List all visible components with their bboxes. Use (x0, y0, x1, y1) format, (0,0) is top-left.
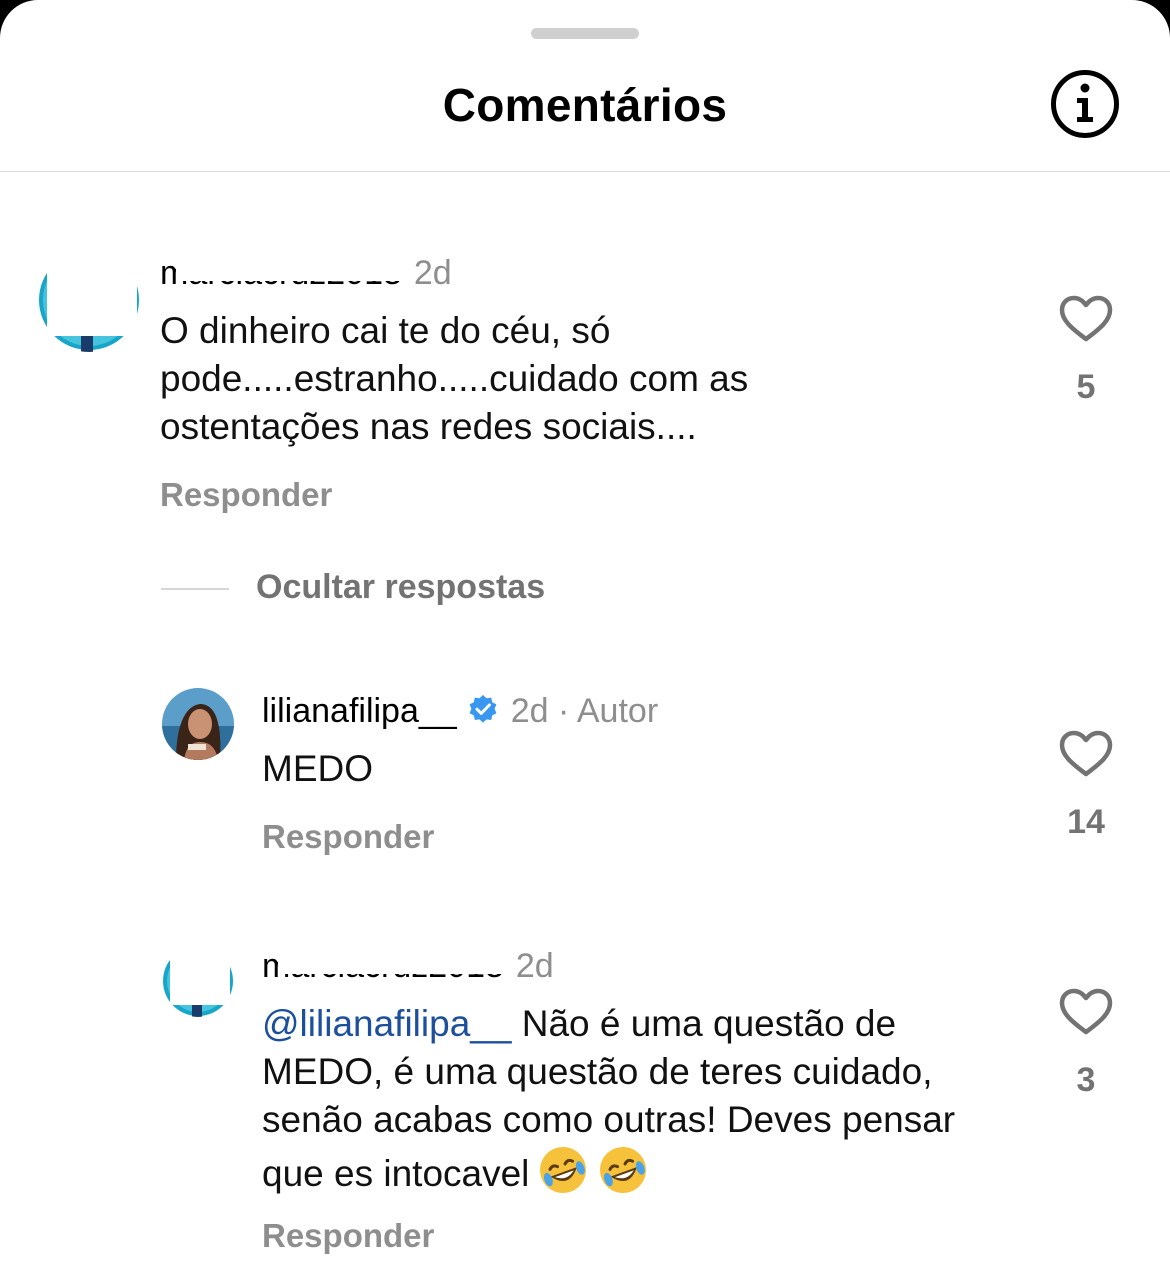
comment-text: @lilianafilipa__ Não é uma questão de ME… (262, 1000, 1022, 1198)
timestamp: 2d (413, 254, 452, 292)
page-title: Comentários (442, 79, 728, 131)
rolling-laughing-emoji-icon (600, 1147, 647, 1193)
mention-link[interactable]: @lilianafilipa__ (262, 1003, 511, 1044)
timestamp: 2d (510, 692, 549, 730)
info-icon[interactable] (1050, 69, 1120, 139)
username[interactable]: lilianafilipa__ (262, 692, 457, 730)
comments-sheet: Comentários marciacruz2018 2d O dinheiro… (0, 0, 1170, 1270)
hide-replies-button[interactable]: Ocultar respostas (256, 568, 545, 607)
heart-icon[interactable] (1059, 988, 1113, 1036)
reply-button[interactable]: Responder (262, 1217, 434, 1255)
avatar[interactable] (162, 688, 234, 760)
username[interactable]: marciacruz2018 (160, 253, 402, 293)
like-count: 14 (1067, 803, 1105, 841)
like-count: 3 (1076, 1061, 1096, 1099)
drag-handle[interactable] (531, 28, 639, 39)
reply-button[interactable]: Responder (160, 476, 332, 514)
reply-button[interactable]: Responder (262, 818, 434, 856)
comment-header: marciacruz2018 2d (160, 253, 452, 293)
username[interactable]: marciacruz2018 (262, 946, 504, 986)
author-label: Autor (576, 692, 659, 730)
heart-icon[interactable] (1059, 295, 1113, 343)
avatar[interactable] (37, 248, 141, 352)
comment-header: marciacruz2018 2d (262, 946, 554, 986)
header-divider (0, 171, 1170, 172)
like-count: 5 (1076, 368, 1096, 406)
verified-badge-icon (469, 695, 497, 723)
comment-text: MEDO (262, 748, 373, 789)
comment-text: O dinheiro cai te do céu, só pode.....es… (160, 310, 749, 447)
separator-dot: · (557, 692, 570, 730)
rolling-laughing-emoji-icon (540, 1147, 587, 1193)
heart-icon[interactable] (1059, 730, 1113, 778)
timestamp: 2d (515, 947, 554, 985)
replies-divider-line (161, 588, 229, 590)
comment-header: lilianafilipa__ 2d · Autor (262, 691, 658, 731)
avatar[interactable] (162, 945, 234, 1017)
